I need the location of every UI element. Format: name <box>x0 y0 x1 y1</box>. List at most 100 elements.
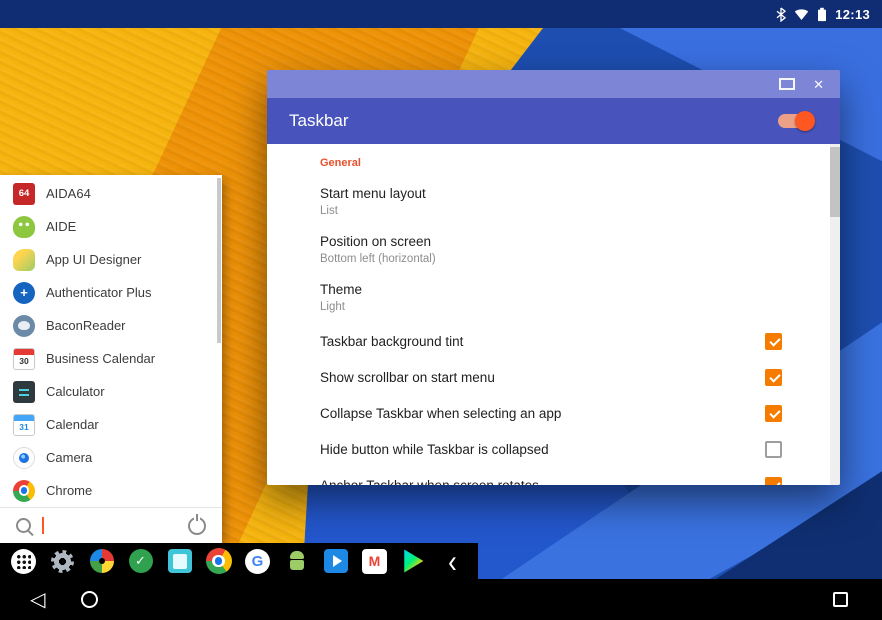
window-title: Taskbar <box>289 111 778 131</box>
app-label: Calendar <box>46 417 99 432</box>
window-scrollbar-thumb[interactable] <box>830 147 840 217</box>
baconreader-icon <box>13 315 35 337</box>
app-label: Camera <box>46 450 92 465</box>
checkbox[interactable] <box>765 369 782 386</box>
app-label: Calculator <box>46 384 105 399</box>
app-label: AIDE <box>46 219 76 234</box>
google-g-icon: G <box>245 549 270 574</box>
icon-glyph: 30 <box>19 356 28 366</box>
setting-theme[interactable]: Theme Light <box>320 275 840 323</box>
setting-title: Start menu layout <box>320 186 840 201</box>
window-header: Taskbar <box>267 98 840 144</box>
taskbar-app-gmail[interactable]: M <box>355 549 394 574</box>
app-item-baconreader[interactable]: BaconReader <box>0 309 222 342</box>
app-label: Chrome <box>46 483 92 498</box>
play-store-icon <box>403 549 425 573</box>
checkbox-label: Show scrollbar on start menu <box>320 370 765 385</box>
checkbox[interactable] <box>765 441 782 458</box>
power-button[interactable] <box>188 517 206 535</box>
app-item-app-ui-designer[interactable]: App UI Designer <box>0 243 222 276</box>
setting-position-on-screen[interactable]: Position on screen Bottom left (horizont… <box>320 227 840 275</box>
bluetooth-icon <box>776 7 786 22</box>
recents-button[interactable] <box>833 592 848 607</box>
check-badge-icon: ✓ <box>129 549 153 573</box>
navigation-bar: ◁ <box>0 579 882 620</box>
search-icon <box>16 518 31 533</box>
checkbox[interactable] <box>765 477 782 486</box>
app-label: AIDA64 <box>46 186 91 201</box>
setting-value: List <box>320 205 840 217</box>
icon-glyph: + <box>20 285 28 300</box>
app-item-business-calendar[interactable]: 30 Business Calendar <box>0 342 222 375</box>
app-label: Authenticator Plus <box>46 285 152 300</box>
checkbox-label: Collapse Taskbar when selecting an app <box>320 406 765 421</box>
setting-title: Theme <box>320 282 840 297</box>
checkbox[interactable] <box>765 333 782 350</box>
app-item-aida64[interactable]: 64 AIDA64 <box>0 177 222 210</box>
aida64-icon: 64 <box>13 183 35 205</box>
taskbar-app-google[interactable]: G <box>238 549 277 574</box>
app-item-aide[interactable]: AIDE <box>0 210 222 243</box>
setting-value: Bottom left (horizontal) <box>320 253 840 265</box>
taskbar-app-settings[interactable] <box>43 550 82 573</box>
back-button[interactable]: ◁ <box>30 590 45 610</box>
calculator-icon <box>13 381 35 403</box>
app-item-calculator[interactable]: Calculator <box>0 375 222 408</box>
home-button[interactable] <box>81 591 98 608</box>
setting-value: Light <box>320 301 840 313</box>
setting-show-scrollbar[interactable]: Show scrollbar on start menu <box>320 359 840 395</box>
gmail-icon: M <box>362 549 387 574</box>
setting-anchor-taskbar[interactable]: Anchor Taskbar when screen rotates <box>320 467 840 485</box>
checkbox[interactable] <box>765 405 782 422</box>
setting-taskbar-background-tint[interactable]: Taskbar background tint <box>320 323 840 359</box>
start-menu-scrollbar[interactable] <box>217 178 221 343</box>
taskbar-app-android[interactable] <box>277 549 316 573</box>
setting-collapse-taskbar[interactable]: Collapse Taskbar when selecting an app <box>320 395 840 431</box>
checkbox-label: Hide button while Taskbar is collapsed <box>320 442 765 457</box>
checkbox-label: Anchor Taskbar when screen rotates <box>320 478 765 486</box>
setting-start-menu-layout[interactable]: Start menu layout List <box>320 179 840 227</box>
start-button[interactable] <box>4 549 43 574</box>
wifi-icon <box>794 8 809 21</box>
master-toggle[interactable] <box>778 114 812 128</box>
section-header: General <box>320 157 840 169</box>
status-bar: 12:13 <box>0 0 882 28</box>
taskbar-app-notes[interactable] <box>160 549 199 573</box>
setting-title: Position on screen <box>320 234 840 249</box>
notes-icon <box>168 549 192 573</box>
play-movies-icon <box>324 549 348 573</box>
close-icon[interactable]: ✕ <box>813 78 824 91</box>
chevron-left-icon: ‹ <box>448 548 457 574</box>
authenticator-plus-icon: + <box>13 282 35 304</box>
icon-glyph: 31 <box>19 422 28 432</box>
app-item-camera[interactable]: Camera <box>0 441 222 474</box>
taskbar: ✓ G M ‹ <box>0 543 478 579</box>
settings-list: General Start menu layout List Position … <box>267 144 840 485</box>
app-label: Business Calendar <box>46 351 155 366</box>
gear-icon <box>51 550 74 573</box>
search-input-caret <box>42 517 44 534</box>
start-grid-icon <box>11 549 36 574</box>
taskbar-collapse-button[interactable]: ‹ <box>433 551 472 572</box>
aide-icon <box>13 216 35 238</box>
taskbar-app-photos[interactable] <box>82 549 121 573</box>
checkbox-label: Taskbar background tint <box>320 334 765 349</box>
app-ui-designer-icon <box>13 249 35 271</box>
android-robot-icon <box>285 549 309 573</box>
photos-pinwheel-icon <box>90 549 114 573</box>
search-bar <box>0 507 222 543</box>
app-item-calendar[interactable]: 31 Calendar <box>0 408 222 441</box>
taskbar-app-play-store[interactable] <box>394 549 433 573</box>
maximize-icon[interactable] <box>779 78 795 90</box>
taskbar-settings-window: ✕ Taskbar General Start menu layout List… <box>267 70 840 485</box>
taskbar-app-chrome[interactable] <box>199 548 238 574</box>
app-item-chrome[interactable]: Chrome <box>0 474 222 507</box>
app-item-authenticator-plus[interactable]: + Authenticator Plus <box>0 276 222 309</box>
setting-hide-button[interactable]: Hide button while Taskbar is collapsed <box>320 431 840 467</box>
taskbar-app-verified[interactable]: ✓ <box>121 549 160 573</box>
battery-icon <box>817 7 827 22</box>
camera-icon <box>13 447 35 469</box>
app-label: App UI Designer <box>46 252 141 267</box>
taskbar-app-play-movies[interactable] <box>316 549 355 573</box>
start-menu: 64 AIDA64 AIDE App UI Designer + Authent… <box>0 175 222 543</box>
